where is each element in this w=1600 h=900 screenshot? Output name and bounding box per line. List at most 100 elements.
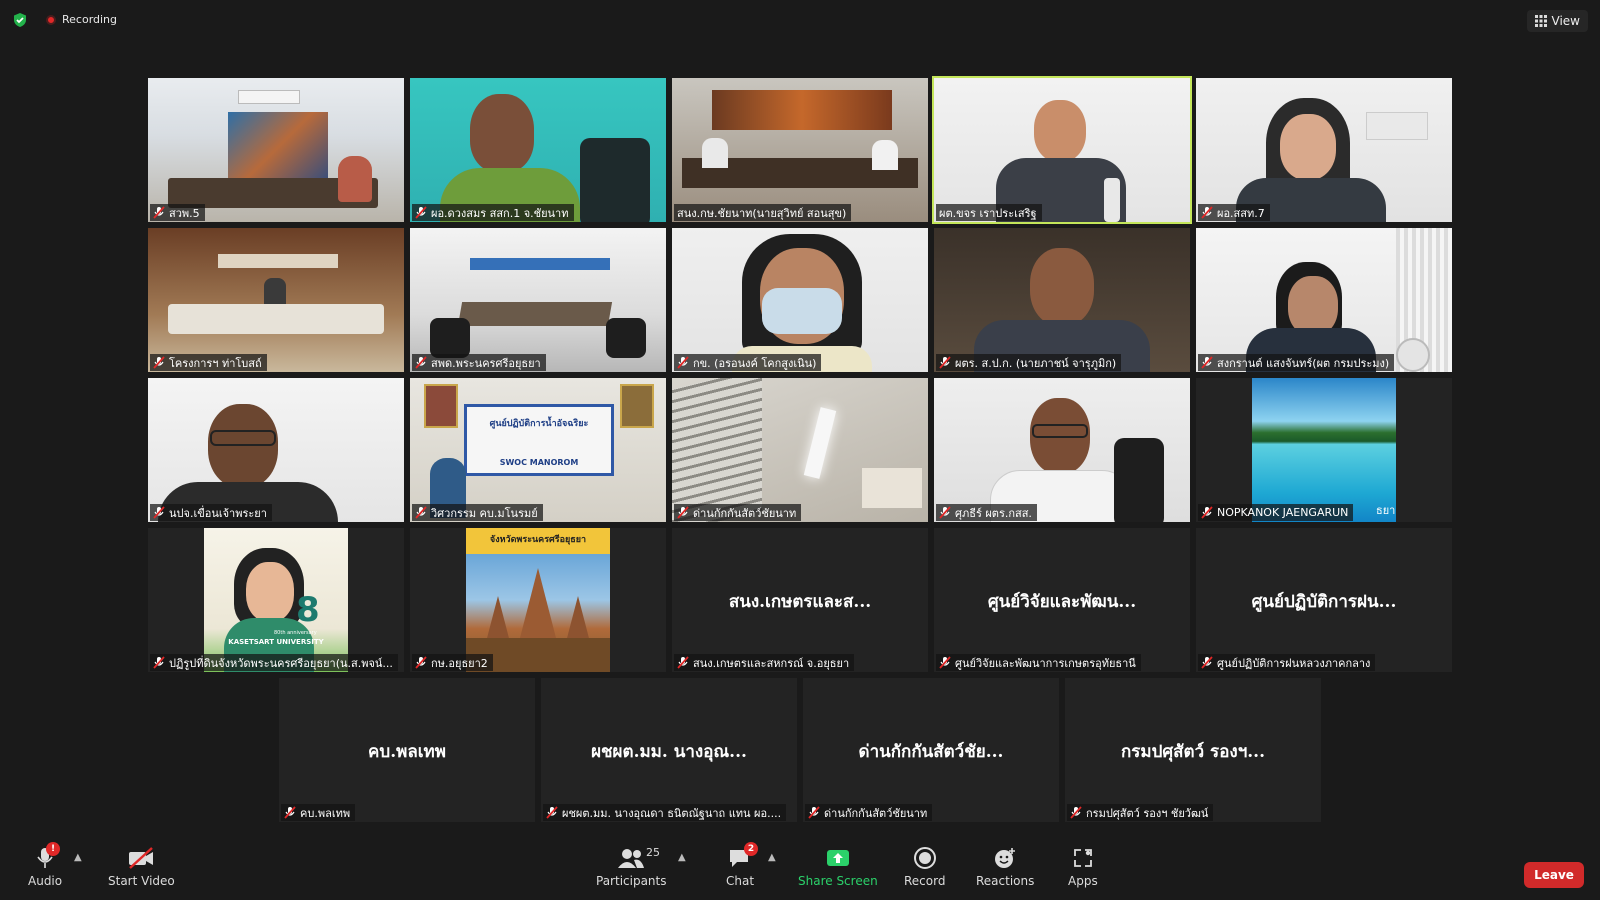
participant-name-label: ผชผต.มม. นางอุณดา ธนิตณัฐนาถ แทน ผอ....	[543, 804, 787, 821]
participant-tile[interactable]: ธยา NOPKANOK JAENGARUN	[1196, 378, 1452, 522]
audio-button[interactable]: Audio !	[28, 842, 62, 888]
participant-name-label: นปจ.เขื่อนเจ้าพระยา	[150, 504, 272, 521]
video-feed	[672, 228, 928, 372]
security-shield-icon[interactable]	[12, 12, 28, 28]
participant-name-label: วิศวกรรม คบ.มโนรมย์	[412, 504, 543, 521]
participant-tile[interactable]: 8 KASETSART UNIVERSITY 80th anniversary …	[148, 528, 404, 672]
participant-name-label: สงกรานต์ แสงจันทร์(ผต กรมประมง)	[1198, 354, 1395, 371]
apps-button[interactable]: Apps	[1068, 846, 1098, 888]
participant-tile[interactable]: ด่านกักกันสัตว์ชัยนาท	[672, 378, 928, 522]
ku-text: KASETSART UNIVERSITY	[228, 638, 324, 646]
participant-name-label: โครงการฯ ท่าโบสถ์	[150, 354, 267, 371]
swoc-banner-title: ศูนย์ปฏิบัติการน้ำอัจฉริยะ	[489, 419, 589, 429]
participant-tile-no-video[interactable]: ศูนย์ปฏิบัติการฝน... ศูนย์ปฏิบัติการฝนหล…	[1196, 528, 1452, 672]
video-feed	[410, 78, 666, 222]
temple-banner-text: จังหวัดพระนครศรีอยุธยา	[489, 535, 587, 545]
participant-tile-no-video[interactable]: สนง.เกษตรและส... สนง.เกษตรและสหกรณ์ จ.อย…	[672, 528, 928, 672]
participant-tile[interactable]: ผตร. ส.ป.ก. (นายภาชน์ จารุภูมิก)	[934, 228, 1190, 372]
muted-mic-icon	[415, 506, 427, 519]
ku-anniversary-text: 80th anniversary	[274, 630, 317, 636]
muted-mic-icon	[1070, 806, 1082, 819]
muted-mic-icon	[415, 356, 427, 369]
participant-name-label: ศูนย์ปฏิบัติการฝนหลวงภาคกลาง	[1198, 654, 1376, 671]
participant-display-name: สนง.เกษตรและส...	[728, 592, 872, 612]
profile-image: 8 KASETSART UNIVERSITY 80th anniversary	[204, 528, 348, 672]
participant-tile-active-speaker[interactable]: ผต.ขจร เราประเสริฐ	[932, 76, 1192, 224]
participant-tile-no-video[interactable]: กรมปศุสัตว์ รองฯ... กรมปศุสัตว์ รองฯ ชัย…	[1065, 678, 1321, 822]
participant-tile[interactable]: นปจ.เขื่อนเจ้าพระยา	[148, 378, 404, 522]
chat-button[interactable]: Chat 2	[726, 842, 758, 888]
participant-tile[interactable]: ศูนย์ปฏิบัติการน้ำอัจฉริยะ SWOC MANOROM …	[410, 378, 666, 522]
participant-tile-no-video[interactable]: ผชผต.มม. นางอุณ... ผชผต.มม. นางอุณดา ธนิ…	[541, 678, 797, 822]
video-feed	[148, 378, 404, 522]
record-icon	[913, 847, 936, 869]
record-button[interactable]: Record	[904, 846, 945, 888]
participant-tile-no-video[interactable]: คบ.พลเทพ คบ.พลเทพ	[279, 678, 535, 822]
muted-mic-icon	[415, 656, 427, 669]
chat-options-caret-icon[interactable]: ▲	[768, 852, 776, 863]
muted-mic-icon	[939, 356, 951, 369]
meeting-controls-toolbar: Audio ! ▲ Start Video Participants 25 ▲ …	[0, 840, 1600, 900]
video-feed	[148, 228, 404, 372]
participant-tile-no-video[interactable]: ศูนย์วิจัยและพัฒน... ศูนย์วิจัยและพัฒนาก…	[934, 528, 1190, 672]
audio-options-caret-icon[interactable]: ▲	[74, 852, 82, 863]
video-feed: ศูนย์ปฏิบัติการน้ำอัจฉริยะ SWOC MANOROM	[410, 378, 666, 522]
muted-mic-icon	[153, 206, 165, 219]
muted-mic-icon	[1201, 356, 1213, 369]
view-label: View	[1551, 14, 1580, 28]
video-feed	[934, 78, 1190, 222]
muted-mic-icon	[1201, 656, 1213, 669]
start-video-button[interactable]: Start Video	[108, 846, 175, 888]
muted-mic-icon	[153, 506, 165, 519]
participant-tile[interactable]: สพด.พระนครศรีอยุธยา	[410, 228, 666, 372]
view-button[interactable]: View	[1526, 10, 1588, 32]
participant-tile[interactable]: จังหวัดพระนครศรีอยุธยา กษ.อยุธยา2	[410, 528, 666, 672]
participant-tile[interactable]: ผอ.สสท.7	[1196, 78, 1452, 222]
participant-tile[interactable]: สนง.กษ.ชัยนาท(นายสุวิทย์ สอนสุข)	[672, 78, 928, 222]
recording-indicator[interactable]: Recording	[46, 13, 117, 26]
participant-tile[interactable]: สงกรานต์ แสงจันทร์(ผต กรมประมง)	[1196, 228, 1452, 372]
participant-tile-no-video[interactable]: ด่านกักกันสัตว์ชัย... ด่านกักกันสัตว์ชัย…	[803, 678, 1059, 822]
share-screen-label: Share Screen	[798, 874, 878, 888]
participant-name-label: กรมปศุสัตว์ รองฯ ชัยวัฒน์	[1067, 804, 1214, 821]
participant-name-label: คบ.พลเทพ	[281, 804, 356, 821]
reactions-label: Reactions	[976, 874, 1035, 888]
participant-tile[interactable]: สวพ.5	[148, 78, 404, 222]
reactions-button[interactable]: Reactions	[976, 846, 1034, 888]
apps-label: Apps	[1068, 874, 1098, 888]
video-feed	[1196, 78, 1452, 222]
recording-label: Recording	[62, 13, 118, 26]
participant-name-label: NOPKANOK JAENGARUN	[1198, 504, 1354, 521]
participant-name-label: ผต.ขจร เราประเสริฐ	[936, 204, 1042, 221]
participant-name-label: ผอ.ดวงสมร สสก.1 จ.ชัยนาท	[412, 204, 574, 221]
leave-button[interactable]: Leave	[1524, 862, 1584, 888]
participant-name-label: ศุภธีร์ ผตร.กสส.	[936, 504, 1037, 521]
apps-icon	[1073, 849, 1092, 867]
participant-name-label: สวพ.5	[150, 204, 205, 221]
meeting-top-bar: Recording View	[0, 0, 1600, 40]
video-feed	[672, 78, 928, 222]
muted-mic-icon	[939, 506, 951, 519]
participant-tile[interactable]: ศุภธีร์ ผตร.กสส.	[934, 378, 1190, 522]
muted-mic-icon	[939, 656, 951, 669]
participant-tile[interactable]: กข. (อรอนงค์ โคกสูงเนิน)	[672, 228, 928, 372]
muted-mic-icon	[1201, 506, 1213, 519]
video-feed	[1196, 228, 1452, 372]
participant-display-name: ศูนย์ปฏิบัติการฝน...	[1251, 592, 1397, 612]
participant-name-label: ปฏิรูปที่ดินจังหวัดพระนครศรีอยุธยา(น.ส.พ…	[150, 654, 398, 671]
participant-name-label: ผตร. ส.ป.ก. (นายภาชน์ จารุภูมิก)	[936, 354, 1122, 371]
participant-display-name: ศูนย์วิจัยและพัฒน...	[987, 592, 1137, 612]
muted-mic-icon	[677, 656, 689, 669]
participants-options-caret-icon[interactable]: ▲	[678, 852, 686, 863]
chat-label: Chat	[726, 874, 755, 888]
participant-name-label: ด่านกักกันสัตว์ชัยนาท	[674, 504, 802, 521]
participant-tile[interactable]: ผอ.ดวงสมร สสก.1 จ.ชัยนาท	[410, 78, 666, 222]
participant-name-label: ผอ.สสท.7	[1198, 204, 1270, 221]
participant-name-label: สพด.พระนครศรีอยุธยา	[412, 354, 546, 371]
participant-tile[interactable]: โครงการฯ ท่าโบสถ์	[148, 228, 404, 372]
start-video-label: Start Video	[108, 874, 175, 888]
share-screen-icon	[826, 850, 849, 866]
muted-mic-icon	[1201, 206, 1213, 219]
share-screen-button[interactable]: Share Screen	[798, 846, 878, 888]
participant-display-name: คบ.พลเทพ	[368, 742, 446, 762]
